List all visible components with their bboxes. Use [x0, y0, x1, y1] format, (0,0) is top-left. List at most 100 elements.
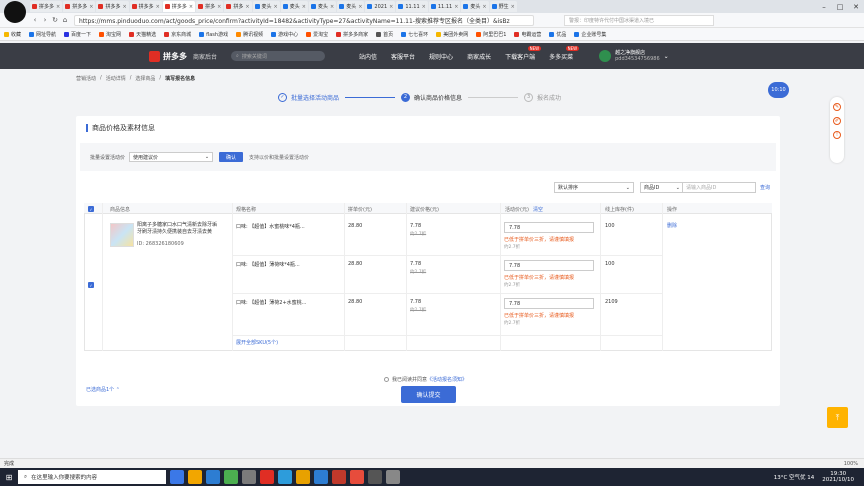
bookmark-item[interactable]: 七七喜环	[401, 31, 428, 38]
taskbar-app-icon[interactable]	[188, 470, 202, 484]
tab-close-icon[interactable]: ×	[356, 4, 362, 10]
bookmark-item[interactable]: 淘宝网	[99, 31, 121, 38]
bookmark-item[interactable]: 京东商城	[164, 31, 191, 38]
user-menu[interactable]: 越之净旗舰店 pdd34534756986 ⌄	[599, 50, 669, 62]
tab-close-icon[interactable]: ×	[215, 4, 221, 10]
activity-price-input[interactable]: 7.78	[504, 222, 594, 233]
taskbar-app-icon[interactable]	[278, 470, 292, 484]
select-all-checkbox[interactable]: ✓	[88, 206, 94, 212]
row-checkbox[interactable]: ✓	[88, 282, 94, 288]
browser-tab[interactable]: 麦头 ×	[337, 1, 365, 12]
bookmark-item[interactable]: 电霸运营	[514, 31, 541, 38]
browser-tab[interactable]: 11.11 ×	[428, 1, 461, 12]
clock[interactable]: 19:30 2021/10/10	[822, 471, 854, 483]
windows-start-icon[interactable]: ⊞	[0, 468, 18, 486]
home-icon[interactable]: ⌂	[60, 16, 70, 24]
bookmark-item[interactable]: 企业账号集	[574, 31, 606, 38]
tab-close-icon[interactable]: ×	[300, 4, 306, 10]
bookmark-item[interactable]: 优品	[549, 31, 566, 38]
tab-close-icon[interactable]: ×	[452, 4, 458, 10]
tab-close-icon[interactable]: ×	[420, 4, 426, 10]
query-button[interactable]: 查询	[760, 184, 770, 191]
taskbar-app-icon[interactable]	[242, 470, 256, 484]
browser-tab[interactable]: 拼多多 ×	[162, 1, 196, 12]
browser-tab[interactable]: 拼多多 ×	[63, 1, 96, 12]
pdd-logo[interactable]: 拼多多 商家后台	[149, 50, 217, 62]
sort-select[interactable]: 默认排序 ⌄	[554, 182, 634, 193]
taskbar-app-icon[interactable]	[332, 470, 346, 484]
batch-confirm-button[interactable]: 确认	[219, 152, 244, 162]
taskbar-app-icon[interactable]	[314, 470, 328, 484]
tab-close-icon[interactable]: ×	[120, 4, 126, 10]
browser-tab[interactable]: 麦头 ×	[461, 1, 489, 12]
taskbar-search-input[interactable]: ⌕ 在这里输入你要搜索的内容	[18, 470, 166, 484]
browser-tab[interactable]: 2021 ×	[365, 1, 396, 12]
bookmark-item[interactable]: 腾讯视频	[236, 31, 263, 38]
header-nav-item[interactable]: 规则中心	[429, 52, 453, 61]
browser-tab[interactable]: 麦头 ×	[280, 1, 308, 12]
profile-avatar[interactable]	[4, 1, 26, 23]
breadcrumb-item[interactable]: 活动详情	[106, 75, 126, 82]
weather-text[interactable]: 13°C 空气优 14	[774, 473, 815, 481]
taskbar-app-icon[interactable]	[224, 470, 238, 484]
activity-price-input[interactable]: 7.78	[504, 298, 594, 309]
agree-link[interactable]: 《活动报名须知》	[427, 376, 467, 383]
bookmark-item[interactable]: 拼多多商家	[336, 31, 368, 38]
header-nav-item[interactable]: 商家成长	[467, 52, 491, 61]
maximize-icon[interactable]: □	[832, 3, 848, 11]
expand-sku-link[interactable]: 展开全部SKU(5个)	[236, 339, 278, 346]
goods-id-input[interactable]: 请输入商品ID	[683, 184, 716, 191]
taskbar-app-icon[interactable]	[296, 470, 310, 484]
browser-tab[interactable]: 拼多 ×	[196, 1, 224, 12]
tab-close-icon[interactable]: ×	[272, 4, 278, 10]
url-field[interactable]: https://mms.pinduoduo.com/act/goods_pric…	[74, 14, 534, 26]
taskbar-app-icon[interactable]	[260, 470, 274, 484]
agree-radio[interactable]	[384, 377, 389, 382]
submit-button[interactable]: 确认提交	[401, 386, 456, 403]
taskbar-app-icon[interactable]	[368, 470, 382, 484]
bookmark-item[interactable]: 百度一下	[64, 31, 91, 38]
bookmark-item[interactable]: 天猫精选	[129, 31, 156, 38]
tab-close-icon[interactable]: ×	[509, 4, 515, 10]
tab-close-icon[interactable]: ×	[87, 4, 93, 10]
bookmark-item[interactable]: flash游戏	[199, 31, 228, 38]
browser-tab[interactable]: 野生 ×	[489, 1, 517, 12]
taskbar-app-icon[interactable]	[170, 470, 184, 484]
forward-icon[interactable]: ›	[40, 16, 50, 24]
bookmark-item[interactable]: 首页	[376, 31, 393, 38]
taskbar-app-icon[interactable]	[386, 470, 400, 484]
tab-close-icon[interactable]: ×	[387, 4, 393, 10]
scroll-top-button[interactable]: ⤒	[827, 407, 848, 428]
breadcrumb-item[interactable]: 营销活动	[76, 75, 96, 82]
minimize-icon[interactable]: –	[816, 3, 832, 11]
product-image[interactable]	[110, 223, 134, 247]
tab-close-icon[interactable]: ×	[154, 4, 160, 10]
browser-tab[interactable]: 11.11 ×	[396, 1, 428, 12]
browser-tab[interactable]: 拼多 ×	[224, 1, 252, 12]
selected-count[interactable]: 已选商品1个 ⌃	[86, 386, 120, 393]
tab-close-icon[interactable]: ×	[328, 4, 334, 10]
bookmark-item[interactable]: 收藏	[4, 31, 21, 38]
product-title[interactable]: 阳离子多糖家口水口气清新去除牙垢 牙刷牙渍持久便携装自去牙渍去黄	[137, 222, 219, 236]
bookmark-item[interactable]: 游戏中心	[271, 31, 298, 38]
browser-tab[interactable]: 拼多多 ×	[30, 1, 63, 12]
id-type-select[interactable]: 商品ID ⌄	[641, 183, 683, 192]
bookmark-item[interactable]: 美团外卖网	[436, 31, 468, 38]
tab-close-icon[interactable]: ×	[243, 4, 249, 10]
feedback-icon[interactable]: ✎	[833, 103, 841, 111]
header-nav-item[interactable]: 下载客户端 NEW	[505, 45, 542, 61]
bookmark-item[interactable]: 网址导航	[29, 31, 56, 38]
edit-icon[interactable]: ✐	[833, 117, 841, 125]
header-nav-item[interactable]: 客服平台	[391, 52, 415, 61]
close-window-icon[interactable]: ✕	[848, 3, 864, 11]
tab-close-icon[interactable]: ×	[480, 4, 486, 10]
tab-close-icon[interactable]: ×	[54, 4, 60, 10]
taskbar-app-icon[interactable]	[350, 470, 364, 484]
delete-link[interactable]: 删除	[667, 222, 677, 229]
batch-price-select[interactable]: 使用建议价 ⌄	[129, 152, 214, 162]
header-nav-item[interactable]: 站内信	[359, 52, 377, 61]
bookmark-item[interactable]: 爱淘宝	[306, 31, 328, 38]
taskbar-app-icon[interactable]	[206, 470, 220, 484]
browser-tab[interactable]: 拼多多 ×	[96, 1, 129, 12]
clear-prices-link[interactable]: 清空	[533, 206, 543, 213]
